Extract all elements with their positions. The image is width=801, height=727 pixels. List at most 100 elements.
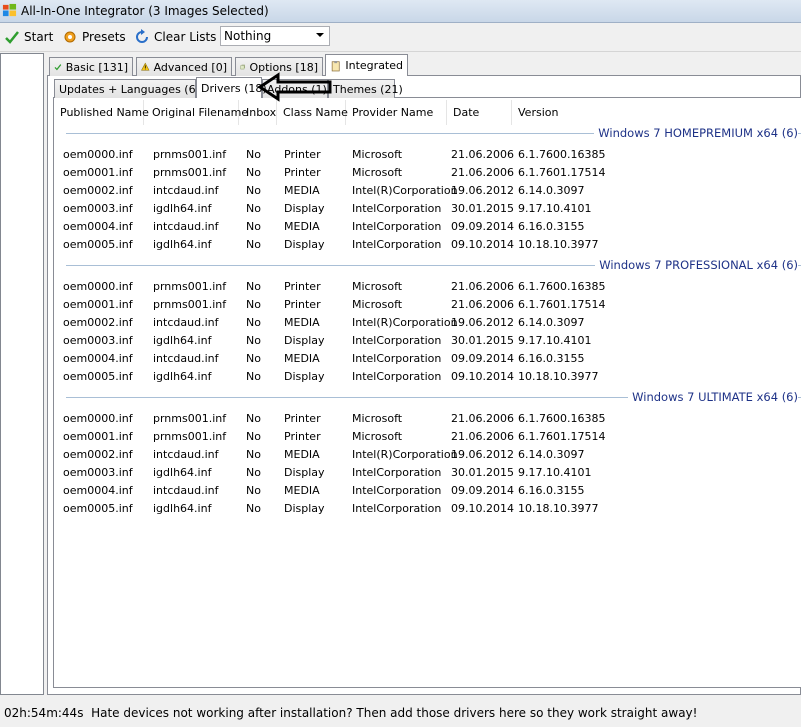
tab-basic[interactable]: Basic [131]	[49, 57, 133, 76]
cell-inbox: No	[246, 430, 261, 443]
cell-class-name: Printer	[284, 298, 321, 311]
start-button[interactable]: Start	[4, 27, 53, 47]
cell-original-filename: prnms001.inf	[153, 412, 227, 425]
table-row[interactable]: oem0005.inf igdlh64.inf No Display IntelCorp…	[54, 368, 801, 386]
table-row[interactable]: oem0002.inf intcdaud.inf No MEDIA Intel(R)Co…	[54, 446, 801, 464]
cell-class-name: Printer	[284, 412, 321, 425]
table-row[interactable]: oem0002.inf intcdaud.inf No MEDIA Intel(R)Co…	[54, 182, 801, 200]
table-row[interactable]: oem0002.inf intcdaud.inf No MEDIA Intel(R)Co…	[54, 314, 801, 332]
cell-inbox: No	[246, 202, 261, 215]
clear-lists-button[interactable]: Clear Lists	[134, 27, 216, 47]
tab-themes-label: Themes (21)	[333, 82, 403, 96]
column-header-version[interactable]: Version	[512, 100, 801, 125]
table-row[interactable]: oem0001.inf prnms001.inf No Printer Microsof…	[54, 164, 801, 182]
cell-original-filename: prnms001.inf	[153, 280, 227, 293]
column-header-date[interactable]: Date	[447, 100, 512, 125]
tab-drivers[interactable]: Drivers (18)	[196, 77, 267, 98]
cell-provider-name: IntelCorporation	[352, 466, 442, 479]
window-title: All-In-One Integrator (3 Images Selected…	[21, 4, 269, 18]
presets-button[interactable]: Presets	[62, 27, 126, 47]
cell-version: 6.14.0.3097	[518, 448, 585, 461]
cell-inbox: No	[246, 220, 261, 233]
tab-themes[interactable]: Themes (21)	[328, 79, 403, 98]
group-header[interactable]: Windows 7 HOMEPREMIUM x64 (6)	[594, 126, 798, 140]
column-header-provider-name[interactable]: Provider Name	[346, 100, 447, 125]
title-bar: All-In-One Integrator (3 Images Selected…	[0, 0, 801, 23]
tab-integrated[interactable]: Integrated	[325, 54, 408, 76]
cell-version: 10.18.10.3977	[518, 238, 599, 251]
table-row[interactable]: oem0000.inf prnms001.inf No Printer Microsof…	[54, 410, 801, 428]
tab-updates-languages[interactable]: Updates + Languages (615)	[54, 79, 214, 98]
cell-original-filename: intcdaud.inf	[153, 316, 219, 329]
cell-provider-name: Intel(R)Corporation	[352, 184, 458, 197]
image-list-panel[interactable]	[0, 53, 44, 695]
preset-dropdown-value: Nothing	[224, 29, 272, 43]
cell-published-name: oem0002.inf	[63, 448, 133, 461]
cell-date: 19.06.2012	[451, 184, 514, 197]
cell-version: 9.17.10.4101	[518, 334, 592, 347]
table-row[interactable]: oem0000.inf prnms001.inf No Printer Microsof…	[54, 146, 801, 164]
preset-dropdown[interactable]: Nothing	[220, 26, 330, 46]
column-header-inbox[interactable]: Inbox	[240, 100, 277, 125]
cell-published-name: oem0003.inf	[63, 202, 133, 215]
table-row[interactable]: oem0001.inf prnms001.inf No Printer Microsof…	[54, 296, 801, 314]
cell-original-filename: intcdaud.inf	[153, 352, 219, 365]
gear-icon	[64, 31, 76, 43]
tab-integrated-label: Integrated	[345, 59, 403, 72]
cell-original-filename: igdlh64.inf	[153, 502, 212, 515]
group-header[interactable]: Windows 7 ULTIMATE x64 (6)	[628, 390, 798, 404]
cell-original-filename: intcdaud.inf	[153, 484, 219, 497]
table-row[interactable]: oem0004.inf intcdaud.inf No MEDIA IntelCorpo…	[54, 218, 801, 236]
windows-logo-icon	[2, 3, 17, 17]
cell-provider-name: IntelCorporation	[352, 202, 442, 215]
tab-advanced[interactable]: Advanced [0]	[136, 57, 232, 76]
cell-inbox: No	[246, 352, 261, 365]
cell-version: 6.1.7600.16385	[518, 280, 606, 293]
cell-version: 6.1.7600.16385	[518, 412, 606, 425]
cell-date: 09.10.2014	[451, 370, 514, 383]
cell-inbox: No	[246, 412, 261, 425]
table-row[interactable]: oem0001.inf prnms001.inf No Printer Microsof…	[54, 428, 801, 446]
cell-published-name: oem0000.inf	[63, 280, 133, 293]
cell-published-name: oem0005.inf	[63, 370, 133, 383]
column-header-published-name[interactable]: Published Name	[54, 100, 149, 125]
table-row[interactable]: oem0003.inf igdlh64.inf No Display IntelCorp…	[54, 332, 801, 350]
cell-version: 9.17.10.4101	[518, 466, 592, 479]
cell-provider-name: IntelCorporation	[352, 502, 442, 515]
cell-inbox: No	[246, 238, 261, 251]
cell-date: 30.01.2015	[451, 202, 514, 215]
table-row[interactable]: oem0004.inf intcdaud.inf No MEDIA IntelCorpo…	[54, 482, 801, 500]
table-row[interactable]: oem0003.inf igdlh64.inf No Display IntelCorp…	[54, 464, 801, 482]
cell-class-name: MEDIA	[284, 184, 320, 197]
presets-button-label: Presets	[82, 30, 126, 44]
cell-provider-name: IntelCorporation	[352, 238, 442, 251]
cell-published-name: oem0004.inf	[63, 220, 133, 233]
cell-published-name: oem0002.inf	[63, 316, 133, 329]
table-row[interactable]: oem0003.inf igdlh64.inf No Display IntelCorp…	[54, 200, 801, 218]
cell-date: 09.09.2014	[451, 484, 514, 497]
cell-original-filename: intcdaud.inf	[153, 220, 219, 233]
table-row[interactable]: oem0004.inf intcdaud.inf No MEDIA IntelCorpo…	[54, 350, 801, 368]
clear-lists-button-label: Clear Lists	[154, 30, 217, 44]
cell-provider-name: IntelCorporation	[352, 220, 442, 233]
cell-published-name: oem0005.inf	[63, 502, 133, 515]
cell-original-filename: intcdaud.inf	[153, 184, 219, 197]
cell-provider-name: IntelCorporation	[352, 352, 442, 365]
cell-published-name: oem0001.inf	[63, 298, 133, 311]
start-button-label: Start	[24, 30, 54, 44]
group-header[interactable]: Windows 7 PROFESSIONAL x64 (6)	[595, 258, 798, 272]
table-row[interactable]: oem0005.inf igdlh64.inf No Display IntelCorp…	[54, 236, 801, 254]
column-header-class-name[interactable]: Class Name	[277, 100, 348, 125]
chevron-down-icon	[316, 33, 324, 37]
annotation-arrow-icon	[258, 72, 332, 102]
cell-version: 9.17.10.4101	[518, 202, 592, 215]
table-row[interactable]: oem0005.inf igdlh64.inf No Display IntelCorp…	[54, 500, 801, 518]
cell-published-name: oem0000.inf	[63, 412, 133, 425]
cell-date: 19.06.2012	[451, 316, 514, 329]
table-row[interactable]: oem0000.inf prnms001.inf No Printer Microsof…	[54, 278, 801, 296]
cell-class-name: Display	[284, 466, 325, 479]
warning-icon	[141, 62, 150, 71]
drivers-list[interactable]: Published Name Original Filename Inbox C…	[54, 100, 801, 685]
cell-inbox: No	[246, 184, 261, 197]
column-header-original-filename[interactable]: Original Filename	[146, 100, 248, 125]
